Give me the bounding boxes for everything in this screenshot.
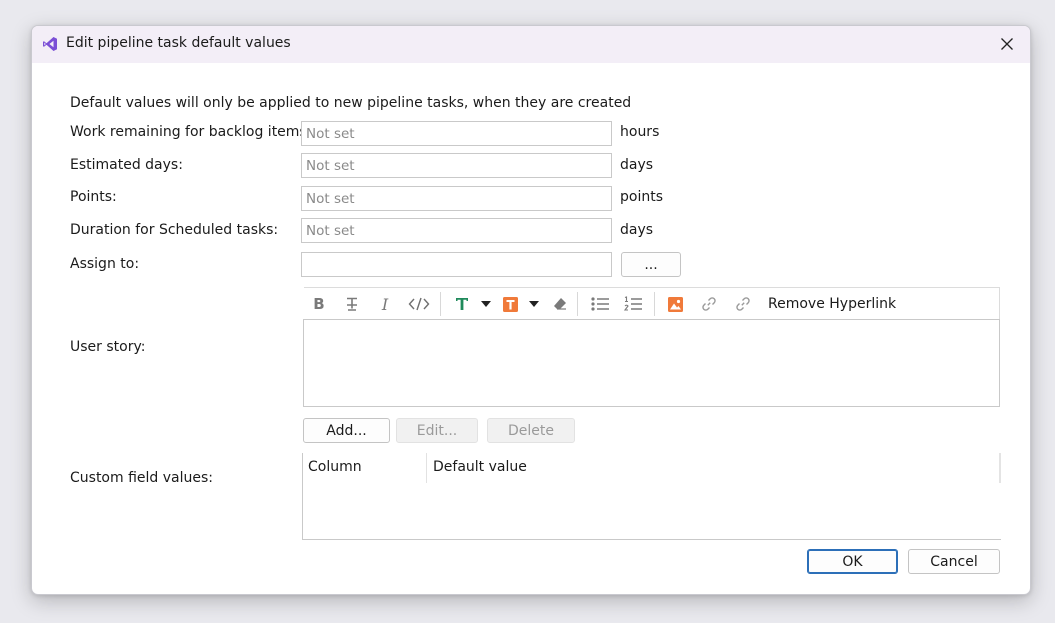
edit-button[interactable]: Edit... [396,418,478,443]
cancel-button[interactable]: Cancel [908,549,1000,574]
duration-input[interactable] [301,218,612,243]
custom-fields-grid[interactable]: Column Default value [302,453,1001,540]
work-remaining-label: Work remaining for backlog items: [70,124,312,140]
column-header-column[interactable]: Column [303,453,427,483]
column-header-default-value[interactable]: Default value [427,453,999,483]
eraser-icon[interactable] [551,295,569,313]
points-unit: points [620,189,663,205]
highlight-color-icon[interactable] [501,295,519,313]
strikethrough-icon[interactable] [343,295,361,313]
unlink-icon[interactable] [734,295,752,313]
intro-text: Default values will only be applied to n… [70,95,632,111]
ok-button[interactable]: OK [807,549,898,574]
rich-text-toolbar: B I Remove Hyperlink [304,287,1000,319]
dialog-title: Edit pipeline task default values [66,35,291,51]
dialog: Edit pipeline task default values Defaul… [31,25,1031,595]
duration-label: Duration for Scheduled tasks: [70,222,279,238]
close-button[interactable] [990,29,1024,59]
user-story-label: User story: [70,339,146,355]
link-icon[interactable] [700,295,718,313]
estimated-days-unit: days [620,157,654,173]
bold-icon[interactable]: B [310,295,328,313]
italic-icon[interactable]: I [376,295,394,314]
work-remaining-input[interactable] [301,121,612,146]
work-remaining-unit: hours [620,124,660,140]
image-icon[interactable] [666,295,684,313]
points-input[interactable] [301,186,612,211]
bullet-list-icon[interactable] [589,295,611,313]
close-icon [1001,38,1013,50]
remove-hyperlink-button[interactable]: Remove Hyperlink [768,293,896,315]
chevron-down-icon [529,301,539,307]
code-icon[interactable] [407,295,431,313]
estimated-days-label: Estimated days: [70,157,183,173]
text-color-dropdown[interactable] [480,295,492,313]
numbered-list-icon[interactable] [622,295,644,313]
duration-unit: days [620,222,654,238]
custom-field-values-label: Custom field values: [70,470,213,486]
points-label: Points: [70,189,117,205]
assign-to-label: Assign to: [70,256,140,272]
visual-studio-icon [42,36,58,52]
estimated-days-input[interactable] [301,153,612,178]
highlight-color-dropdown[interactable] [528,295,540,313]
chevron-down-icon [481,301,491,307]
user-story-editor[interactable] [303,319,1000,407]
assign-to-browse-button[interactable]: ... [621,252,681,277]
delete-button[interactable]: Delete [487,418,575,443]
grid-scrollbar[interactable] [999,453,1001,483]
text-color-icon[interactable] [453,295,471,313]
title-bar: Edit pipeline task default values [32,26,1030,63]
add-button[interactable]: Add... [303,418,390,443]
assign-to-input[interactable] [301,252,612,277]
